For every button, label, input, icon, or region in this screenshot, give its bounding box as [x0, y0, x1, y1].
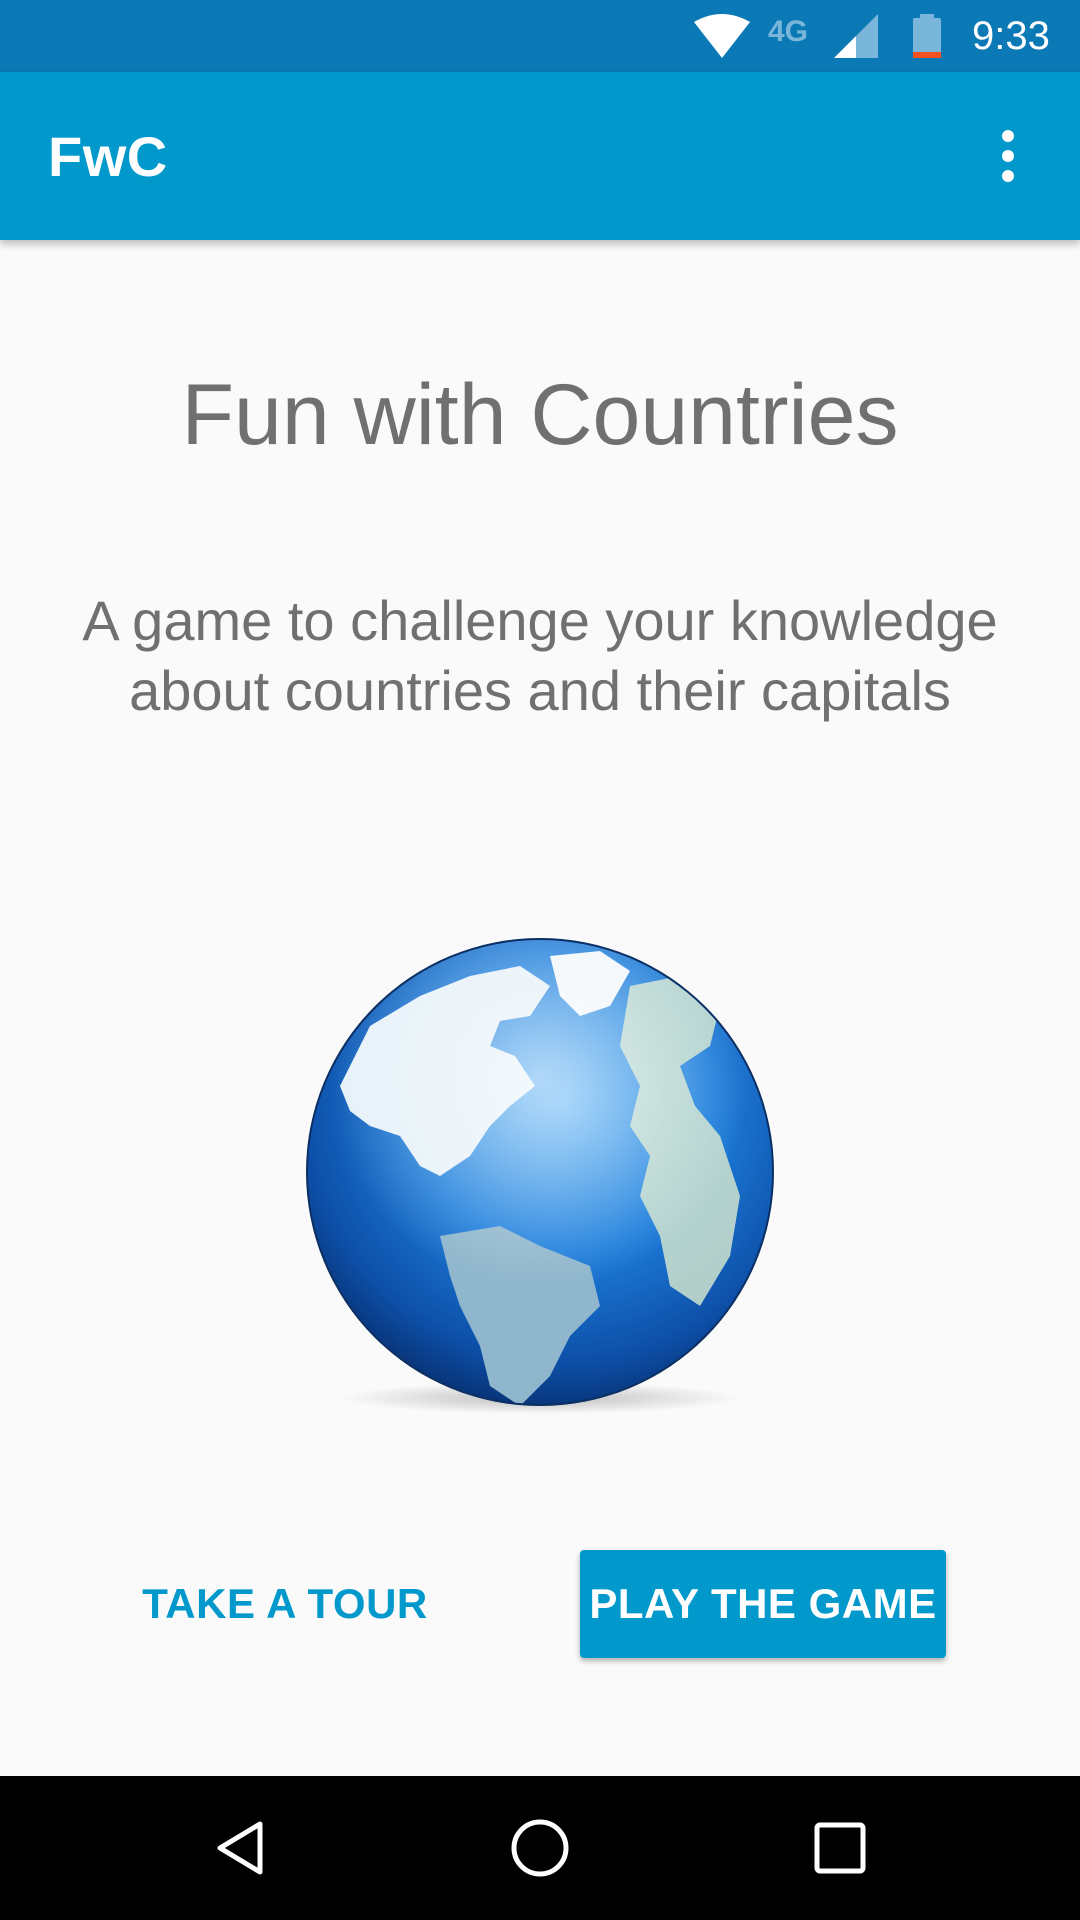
page-title: Fun with Countries — [181, 367, 899, 463]
menu-dot — [1002, 150, 1014, 162]
take-a-tour-button[interactable]: TAKE A TOUR — [120, 1550, 450, 1658]
globe-icon — [300, 936, 780, 1416]
back-icon[interactable] — [192, 1800, 288, 1896]
subtitle-line-2: about countries and their capitals — [129, 659, 951, 722]
status-bar: 4G 9:33 — [0, 0, 1080, 72]
app-bar: FwC — [0, 72, 1080, 240]
overflow-menu-icon[interactable] — [960, 108, 1056, 204]
cellular-signal-icon — [832, 0, 880, 72]
play-the-game-button[interactable]: PLAY THE GAME — [580, 1550, 946, 1658]
app-screen: 4G 9:33 FwC Fun with Countries A game to… — [0, 0, 1080, 1920]
recents-icon[interactable] — [792, 1800, 888, 1896]
wifi-icon — [692, 0, 752, 72]
menu-dot — [1002, 130, 1014, 142]
status-time: 9:33 — [972, 13, 1050, 58]
app-title: FwC — [48, 124, 168, 188]
network-type-label: 4G — [768, 15, 809, 48]
home-icon[interactable] — [492, 1800, 588, 1896]
navigation-bar — [0, 1776, 1080, 1920]
page-subtitle: A game to challenge your knowledge about… — [40, 586, 1040, 726]
subtitle-line-1: A game to challenge your knowledge — [82, 589, 998, 652]
battery-icon — [910, 0, 944, 72]
menu-dot — [1002, 170, 1014, 182]
